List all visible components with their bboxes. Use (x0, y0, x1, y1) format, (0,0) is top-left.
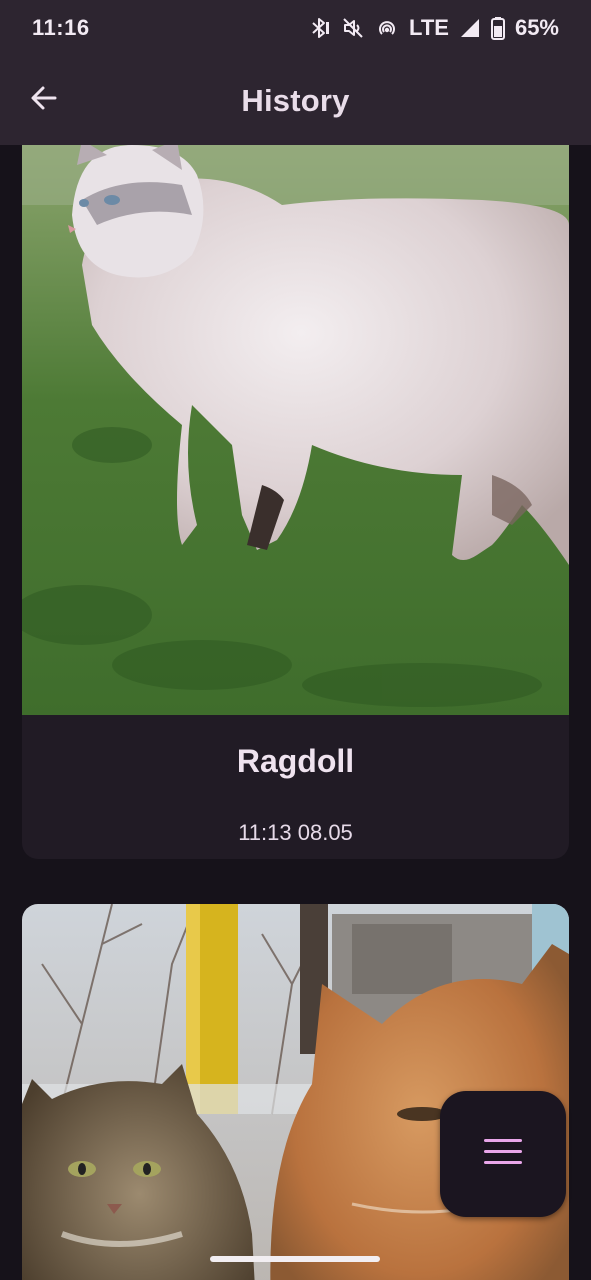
mute-icon (341, 16, 365, 40)
home-gesture-bar[interactable] (210, 1256, 380, 1262)
back-button[interactable] (18, 74, 70, 126)
arrow-left-icon (29, 83, 59, 118)
menu-icon (483, 1136, 523, 1173)
timestamp: 11:13 08.05 (238, 820, 353, 845)
battery-icon (490, 16, 505, 40)
network-label: LTE (409, 15, 449, 40)
menu-button[interactable] (440, 1091, 566, 1217)
signal-icon (459, 17, 481, 39)
battery-level: 65% (514, 15, 559, 40)
top-app-bar: History (0, 56, 591, 145)
breed-name: Ragdoll (236, 743, 355, 779)
white-cat-on-grass-photo (22, 145, 569, 715)
bluetooth-icon (307, 16, 331, 40)
hotspot-icon (375, 16, 399, 40)
status-time: 11:16 (32, 15, 90, 40)
status-bar: 11:16 LTE 65% (0, 0, 591, 56)
history-card[interactable]: Ragdoll 11:13 08.05 (22, 145, 569, 859)
page-title: History (241, 82, 350, 118)
status-icons: LTE 65% (307, 15, 559, 41)
